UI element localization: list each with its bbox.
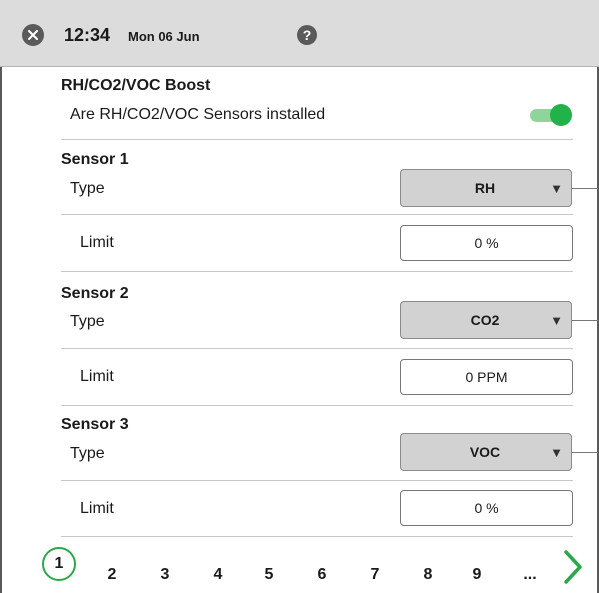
sensor-1-title: Sensor 1 — [61, 151, 129, 168]
connector-line — [572, 452, 599, 453]
sensor-2-type-select[interactable]: CO2 ▼ — [400, 301, 572, 339]
divider — [61, 405, 573, 406]
sensors-installed-label: Are RH/CO2/VOC Sensors installed — [70, 106, 326, 123]
divider — [61, 536, 573, 537]
page-button[interactable]: 6 — [312, 566, 332, 584]
sensor-1-type-label: Type — [70, 180, 105, 197]
divider — [61, 348, 573, 349]
sensor-3-type-value: VOC — [469, 444, 501, 460]
frame-border-left — [0, 0, 2, 593]
connector-line — [572, 188, 599, 189]
chevron-right-icon[interactable] — [560, 549, 586, 585]
sensor-1-type-select[interactable]: RH ▼ — [400, 169, 572, 207]
chevron-down-icon: ▼ — [550, 445, 563, 460]
page-button[interactable]: 2 — [102, 566, 122, 584]
page-button[interactable]: 7 — [365, 566, 385, 584]
clock-date: Mon 06 Jun — [128, 29, 200, 44]
divider — [61, 139, 573, 140]
page-button[interactable]: 8 — [418, 566, 438, 584]
page-button[interactable]: 9 — [467, 566, 487, 584]
sensor-2-limit-label: Limit — [80, 368, 114, 385]
sensor-2-limit-field[interactable]: 0 PPM — [400, 359, 573, 395]
sensor-3-limit-field[interactable]: 0 % — [400, 490, 573, 526]
sensors-installed-toggle[interactable] — [530, 104, 572, 126]
sensor-1-limit-field[interactable]: 0 % — [400, 225, 573, 261]
sensor-1-type-value: RH — [474, 180, 496, 196]
sensor-3-type-select[interactable]: VOC ▼ — [400, 433, 572, 471]
chevron-down-icon: ▼ — [550, 313, 563, 328]
clock-time: 12:34 — [64, 25, 111, 45]
sensor-2-type-label: Type — [70, 313, 105, 330]
sensor-2-title: Sensor 2 — [61, 285, 129, 302]
page-button[interactable]: 5 — [259, 566, 279, 584]
connector-line — [572, 320, 599, 321]
divider — [61, 271, 573, 272]
sensor-1-limit-label: Limit — [80, 234, 114, 251]
sensor-3-title: Sensor 3 — [61, 416, 129, 433]
toggle-knob — [550, 104, 572, 126]
divider — [61, 214, 573, 215]
help-icon[interactable]: ? — [297, 25, 317, 45]
more-pages[interactable]: ... — [520, 566, 540, 584]
close-icon[interactable] — [22, 24, 44, 46]
settings-screen: 12:34 Mon 06 Jun ? RH/CO2/VOC Boost Are … — [0, 0, 599, 593]
boost-title: RH/CO2/VOC Boost — [61, 77, 211, 94]
pagination: 2 3 4 5 6 7 8 9 ... — [0, 548, 599, 593]
sensor-3-limit-label: Limit — [80, 500, 114, 517]
page-button[interactable]: 4 — [208, 566, 228, 584]
divider — [61, 480, 573, 481]
sensor-3-type-label: Type — [70, 445, 105, 462]
sensor-2-type-value: CO2 — [470, 312, 500, 328]
status-bar: 12:34 Mon 06 Jun ? — [0, 0, 599, 67]
page-button[interactable]: 3 — [155, 566, 175, 584]
chevron-down-icon: ▼ — [550, 181, 563, 196]
